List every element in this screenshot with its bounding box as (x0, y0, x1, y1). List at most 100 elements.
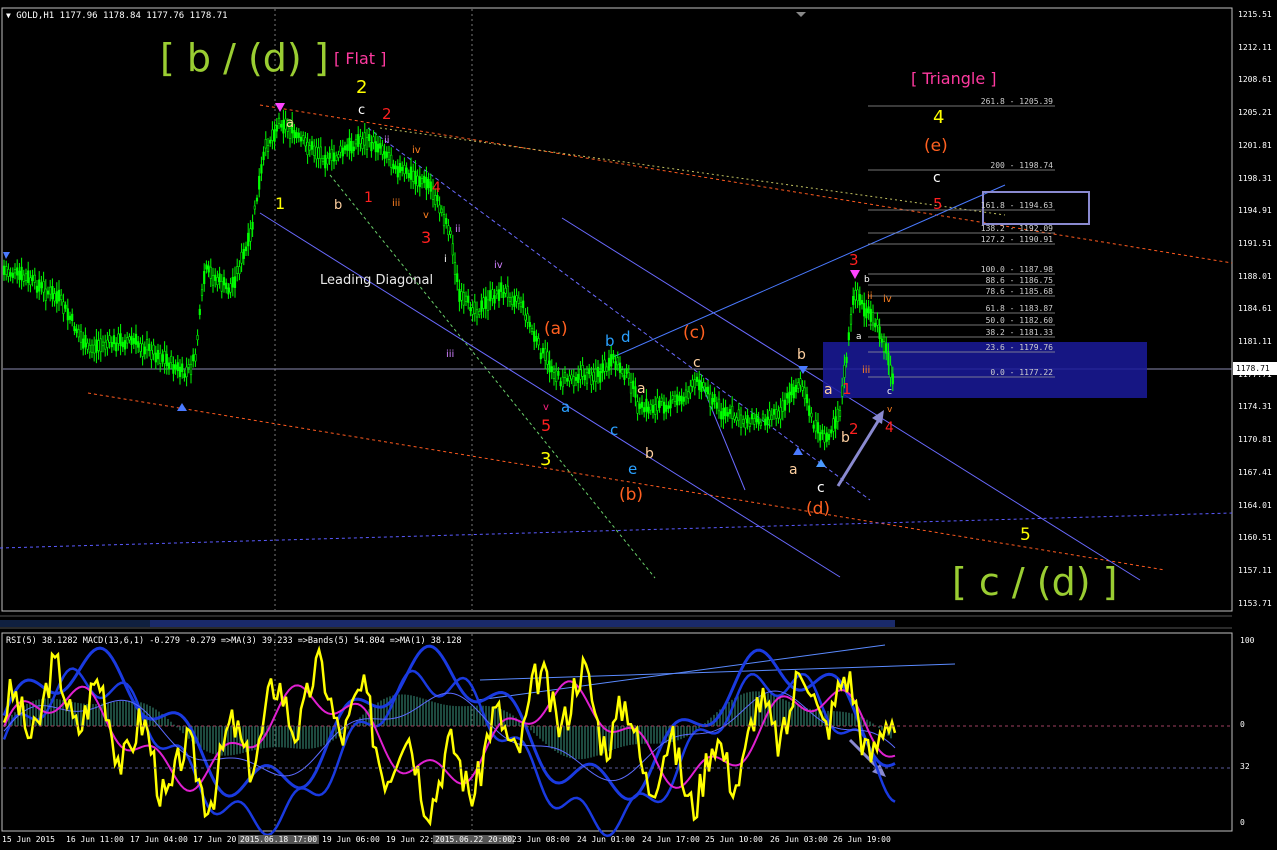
fib-level-label: 138.2 - 1192.09 (981, 224, 1053, 233)
arrow-up-icon (177, 403, 187, 411)
wave-label: v (887, 405, 893, 415)
chart-shift-icon[interactable] (796, 12, 806, 17)
wave-label: v (543, 402, 549, 413)
time-label: 25 Jun 10:00 (705, 835, 763, 844)
time-label: 24 Jun 17:00 (642, 835, 700, 844)
arrow-down-icon (3, 252, 10, 259)
wave-label: 5 (1020, 525, 1031, 545)
time-label: 2015.06.18 17:00 (238, 835, 320, 844)
wave-label: 3 (849, 251, 859, 269)
candlesticks (2, 109, 894, 451)
price-tick: 1184.61 (1238, 304, 1272, 314)
time-label: 19 Jun 06:00 (322, 835, 380, 844)
fib-level-label: 88.6 - 1186.75 (986, 276, 1054, 285)
price-tick: 1164.01 (1238, 500, 1272, 510)
wave-label: iv (883, 294, 892, 305)
price-axis[interactable]: 1215.51 1212.11 1208.61 1205.21 1201.81 1198.… (1234, 0, 1277, 612)
fib-level-label: 100.0 - 1187.98 (981, 265, 1053, 274)
wave-label: b (797, 347, 806, 363)
price-tick: 1174.31 (1238, 402, 1272, 412)
fib-level-label: 78.6 - 1185.68 (986, 287, 1054, 296)
arrow-down-icon (850, 270, 860, 279)
indicator-tick: 32 (1240, 762, 1250, 771)
wave-label: b (645, 446, 654, 462)
fib-level-label: 61.8 - 1183.87 (986, 304, 1054, 313)
wave-label: (a) (544, 319, 568, 339)
price-tick: 1167.41 (1238, 467, 1272, 477)
wave-label: (c) (683, 323, 706, 343)
big-label-c-d: [ c / (d) ] (952, 560, 1118, 604)
wave-label: b (605, 332, 615, 350)
wave-label: b (864, 275, 870, 285)
time-label: 16 Jun 11:00 (66, 835, 124, 844)
arrow-down-icon (798, 366, 808, 374)
wave-label: a (789, 462, 798, 478)
wave-label: iii (392, 198, 400, 209)
price-tick: 1188.01 (1238, 271, 1272, 281)
fib-level-label: 23.6 - 1179.76 (986, 343, 1054, 352)
price-tick: 1205.21 (1238, 108, 1272, 118)
arrow-up-icon (816, 459, 826, 467)
symbol-line: GOLD,H1 1177.96 1178.84 1177.76 1178.71 (16, 11, 228, 21)
price-tick: 1160.51 (1238, 533, 1272, 543)
time-axis[interactable]: 15 Jun 2015 16 Jun 11:00 17 Jun 04:00 17 Ju… (0, 832, 1232, 850)
wave-label: iv (494, 260, 503, 271)
chart-window: 261.8 - 1205.39 200 - 1198.74 161.8 - 1194… (0, 0, 1277, 850)
rsi-macd-indicator (2, 644, 897, 838)
indicator-tick: 0 (1240, 720, 1245, 729)
leading-diagonal-label: Leading Diagonal (320, 273, 434, 288)
wave-label: 2 (382, 105, 392, 123)
time-label: 26 Jun 19:00 (833, 835, 891, 844)
wave-label: b (841, 430, 850, 446)
triangle-label: [ Triangle ] (911, 69, 997, 88)
indicator-axis: 100 0 32 0 (1234, 632, 1277, 832)
wave-label: v (423, 210, 429, 221)
fib-retracement[interactable]: 261.8 - 1205.39 200 - 1198.74 161.8 - 1194… (868, 97, 1055, 378)
wave-label: i (444, 254, 447, 265)
fib-level-label: 200 - 1198.74 (990, 161, 1053, 170)
wave-label: 5 (933, 195, 943, 213)
wave-label: a (637, 381, 646, 397)
indicator-tick: 100 (1240, 636, 1255, 645)
fib-level-label: 127.2 - 1190.91 (981, 235, 1053, 244)
indicator-header: RSI(5) 38.1282 MACD(13,6,1) -0.279 -0.27… (6, 636, 462, 646)
price-tick: 1212.11 (1238, 42, 1272, 52)
wave-label: iii (862, 365, 870, 376)
time-label: 23 Jun 08:00 (512, 835, 570, 844)
wave-label: a (856, 332, 862, 342)
fib-level-label: 261.8 - 1205.39 (981, 97, 1053, 106)
indicator-tick: 0 (1240, 818, 1245, 827)
triangle-down-icon[interactable]: ▼ (6, 11, 11, 20)
time-label: 26 Jun 03:00 (770, 835, 828, 844)
price-tick: 1208.61 (1238, 75, 1272, 85)
price-chart[interactable]: 261.8 - 1205.39 200 - 1198.74 161.8 - 1194… (0, 0, 1277, 850)
wave-label: 2 (849, 420, 859, 438)
wave-label: c (693, 355, 701, 371)
price-tick: 1201.81 (1238, 140, 1272, 150)
wave-label: ii (867, 291, 873, 302)
flat-label: [ Flat ] (334, 49, 387, 68)
wave-label: c (933, 170, 941, 186)
wave-label: a (561, 398, 570, 416)
wave-label: 3 (540, 449, 551, 470)
wave-label: 4 (432, 180, 441, 196)
wave-label: a (824, 382, 833, 398)
fib-level-label: 0.0 - 1177.22 (990, 368, 1053, 377)
arrow-up-icon (793, 447, 803, 455)
price-tick: 1198.31 (1238, 173, 1272, 183)
chart-header: ▼ GOLD,H1 1177.96 1178.84 1177.76 1178.7… (6, 11, 228, 21)
wave-label: 4 (933, 107, 944, 128)
fib-level-label: 50.0 - 1182.60 (986, 316, 1054, 325)
current-price-tag: 1178.71 (1233, 362, 1277, 375)
wave-label: 2 (356, 77, 367, 98)
time-label: 2015.06.22 20:00 (433, 835, 515, 844)
wave-label: c (887, 387, 892, 397)
wave-label: 1 (275, 194, 285, 213)
wave-label: 4 (885, 420, 894, 436)
price-tick: 1194.91 (1238, 206, 1272, 216)
wave-label: (b) (619, 485, 643, 505)
wave-label: c (358, 103, 365, 118)
direction-arrows (3, 103, 886, 777)
wave-label: a (286, 116, 294, 131)
price-tick: 1153.71 (1238, 598, 1272, 608)
